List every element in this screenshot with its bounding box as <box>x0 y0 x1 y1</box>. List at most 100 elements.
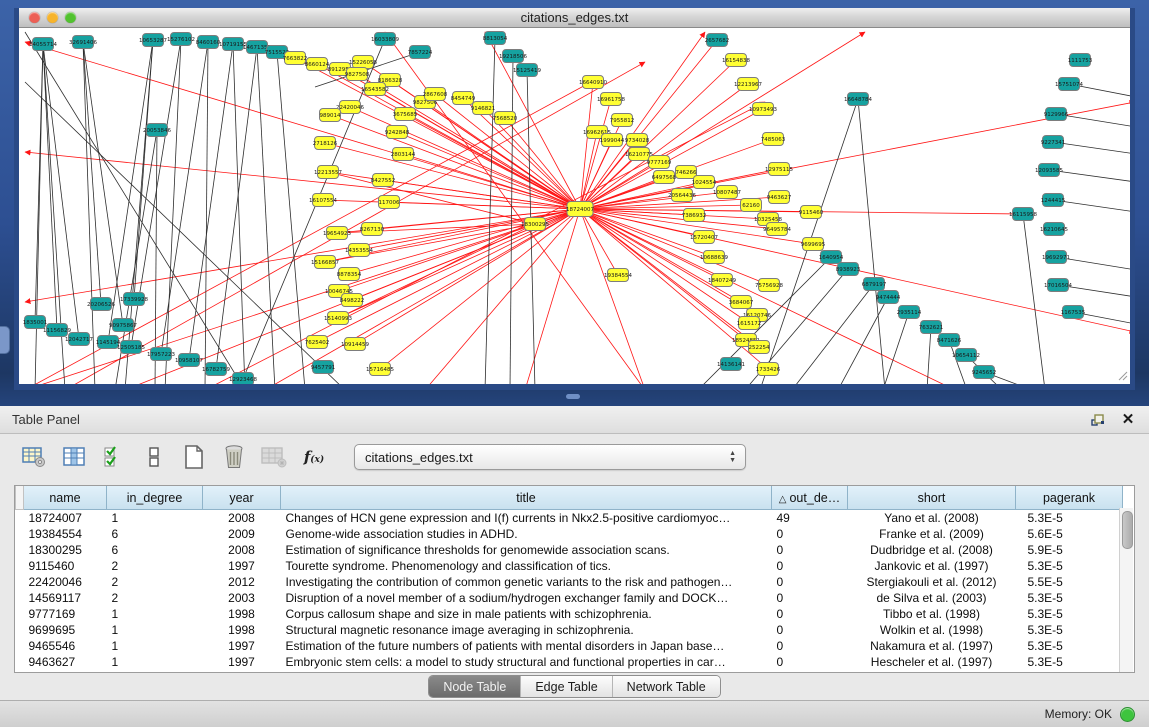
graph-node-8660124[interactable]: 8660124 <box>305 58 330 71</box>
graph-node-18407249[interactable]: 18407249 <box>708 274 736 287</box>
cell-in_degree[interactable]: 6 <box>107 526 203 542</box>
cell-year[interactable]: 2008 <box>203 542 281 558</box>
left-panel-collapse-handle[interactable] <box>0 326 10 354</box>
graph-node-9777169[interactable]: 9777169 <box>647 156 672 169</box>
cell-name[interactable]: 9777169 <box>24 606 107 622</box>
cell-out_de[interactable]: 0 <box>772 622 848 638</box>
cell-out_de[interactable]: 0 <box>772 638 848 654</box>
cell-short[interactable]: Nakamura et al. (1997) <box>848 638 1016 654</box>
cell-title[interactable]: Changes of HCN gene expression and I(f) … <box>281 510 772 527</box>
cell-out_de[interactable]: 0 <box>772 606 848 622</box>
cell-out_de[interactable]: 0 <box>772 526 848 542</box>
cell-pagerank[interactable]: 5.6E-5 <box>1016 526 1123 542</box>
graph-node-3675685[interactable]: 3675685 <box>393 108 418 121</box>
cell-name[interactable]: 9115460 <box>24 558 107 574</box>
cell-short[interactable]: Dudbridge et al. (2008) <box>848 542 1016 558</box>
cell-title[interactable]: Investigating the contribution of common… <box>281 574 772 590</box>
graph-node-9115460[interactable]: 9115460 <box>799 206 824 219</box>
graph-node-8813054[interactable]: 8813054 <box>483 32 508 45</box>
graph-node-15720407[interactable]: 15720407 <box>690 231 718 244</box>
graph-node-9227341[interactable]: 9227341 <box>1041 136 1066 149</box>
table-row[interactable]: 911546021997Tourette syndrome. Phenomeno… <box>16 558 1123 574</box>
graph-node-12213967[interactable]: 12213967 <box>734 78 762 91</box>
graph-node-1615172[interactable]: 1615172 <box>737 317 762 330</box>
graph-node-16961758[interactable]: 16961758 <box>597 93 625 106</box>
graph-node-10653287[interactable]: 10653287 <box>139 34 167 47</box>
cell-title[interactable]: Estimation of the future numbers of pati… <box>281 638 772 654</box>
cell-out_de[interactable]: 0 <box>772 542 848 558</box>
graph-node-12923468[interactable]: 12923468 <box>229 373 257 385</box>
graph-node-2867608[interactable]: 2867608 <box>423 88 448 101</box>
table-row[interactable]: 1872400712008Changes of HCN gene express… <box>16 510 1123 527</box>
cell-year[interactable]: 2003 <box>203 590 281 606</box>
graph-node-2803144[interactable]: 2803144 <box>391 148 416 161</box>
graph-node-2718126[interactable]: 2718126 <box>313 137 338 150</box>
cell-title[interactable]: Structural magnetic resonance image aver… <box>281 622 772 638</box>
cell-in_degree[interactable]: 6 <box>107 542 203 558</box>
graph-node-10654112[interactable]: 10654112 <box>952 349 980 362</box>
cell-short[interactable]: Tibbo et al. (1998) <box>848 606 1016 622</box>
graph-node-17016504[interactable]: 17016504 <box>1044 279 1072 292</box>
cell-title[interactable]: Genome-wide association studies in ADHD. <box>281 526 772 542</box>
cell-name[interactable]: 18724007 <box>24 510 107 527</box>
graph-node-96495784[interactable]: 96495784 <box>763 223 791 236</box>
graph-node-90975867[interactable]: 90975867 <box>109 319 137 332</box>
node-table[interactable]: namein_degreeyeartitle△out_de…shortpager… <box>14 485 1135 673</box>
cell-title[interactable]: Estimation of significance thresholds fo… <box>281 542 772 558</box>
graph-node-10973493[interactable]: 10973493 <box>749 103 777 116</box>
cell-pagerank[interactable]: 5.3E-5 <box>1016 654 1123 670</box>
table-row[interactable]: 946362711997Embryonic stem cells: a mode… <box>16 654 1123 670</box>
graph-node-16782759[interactable]: 16782759 <box>202 363 230 376</box>
graph-node-8427552[interactable]: 8427552 <box>371 174 396 187</box>
graph-node-12975115[interactable]: 12975115 <box>765 163 793 176</box>
graph-node-7568520[interactable]: 7568520 <box>493 112 518 125</box>
graph-node-8471626[interactable]: 8471626 <box>937 334 962 347</box>
table-row[interactable]: 2242004622012Investigating the contribut… <box>16 574 1123 590</box>
graph-node-252254[interactable]: 252254 <box>749 341 770 354</box>
zoom-window-icon[interactable] <box>65 12 76 23</box>
graph-node-19692971[interactable]: 19692971 <box>1042 251 1070 264</box>
graph-node-989014[interactable]: 989014 <box>320 109 341 122</box>
cell-in_degree[interactable]: 2 <box>107 574 203 590</box>
graph-node-17957223[interactable]: 17957223 <box>147 348 175 361</box>
cell-in_degree[interactable]: 1 <box>107 654 203 670</box>
cell-in_degree[interactable]: 2 <box>107 558 203 574</box>
graph-node-17339928[interactable]: 17339928 <box>120 293 148 306</box>
cell-short[interactable]: Jankovic et al. (1997) <box>848 558 1016 574</box>
graph-node-15226058[interactable]: 15226058 <box>349 56 377 69</box>
graph-node-6497568[interactable]: 6497568 <box>652 171 677 184</box>
table-row[interactable]: 946554611997Estimation of the future num… <box>16 638 1123 654</box>
graph-node-32691406[interactable]: 32691406 <box>69 36 97 49</box>
select-all-columns-icon[interactable] <box>100 443 128 471</box>
graph-node-1640954[interactable]: 1640954 <box>819 251 844 264</box>
graph-node-8878354[interactable]: 8878354 <box>337 268 362 281</box>
graph-node-7955812[interactable]: 7955812 <box>610 114 635 127</box>
cell-name[interactable]: 19384554 <box>24 526 107 542</box>
panel-splitter-handle[interactable] <box>566 394 580 399</box>
cell-year[interactable]: 2008 <box>203 510 281 527</box>
column-header-short[interactable]: short <box>848 486 1016 510</box>
graph-node-10914459[interactable]: 10914459 <box>341 338 369 351</box>
cell-in_degree[interactable]: 1 <box>107 638 203 654</box>
table-row[interactable]: 977716911998Corpus callosum shape and si… <box>16 606 1123 622</box>
graph-node-7386932[interactable]: 7386932 <box>682 209 707 222</box>
graph-node-19218506[interactable]: 19218506 <box>499 50 527 63</box>
graph-node-117006[interactable]: 117006 <box>379 196 400 209</box>
graph-node-10958107[interactable]: 10958107 <box>175 354 203 367</box>
graph-node-16640910[interactable]: 16640910 <box>579 76 607 89</box>
cell-in_degree[interactable]: 1 <box>107 606 203 622</box>
graph-node-9146821[interactable]: 9146821 <box>471 102 496 115</box>
cell-year[interactable]: 1997 <box>203 558 281 574</box>
cell-title[interactable]: Embryonic stem cells: a model to study s… <box>281 654 772 670</box>
cell-name[interactable]: 9699695 <box>24 622 107 638</box>
tab-node-table[interactable]: Node Table <box>429 676 521 697</box>
graph-node-20053846[interactable]: 20053846 <box>143 124 171 137</box>
graph-node-9474444[interactable]: 9474444 <box>876 291 901 304</box>
graph-node-1835001[interactable]: 1835001 <box>23 316 48 329</box>
graph-node-1244415[interactable]: 1244415 <box>1041 194 1066 207</box>
clear-selection-icon[interactable] <box>140 443 168 471</box>
cell-pagerank[interactable]: 5.3E-5 <box>1016 606 1123 622</box>
minimize-window-icon[interactable] <box>47 12 58 23</box>
graph-node-14055714[interactable]: 14055714 <box>29 38 57 51</box>
citation-network-canvas[interactable]: 1405571432691406106532871527610284601601… <box>19 28 1130 384</box>
